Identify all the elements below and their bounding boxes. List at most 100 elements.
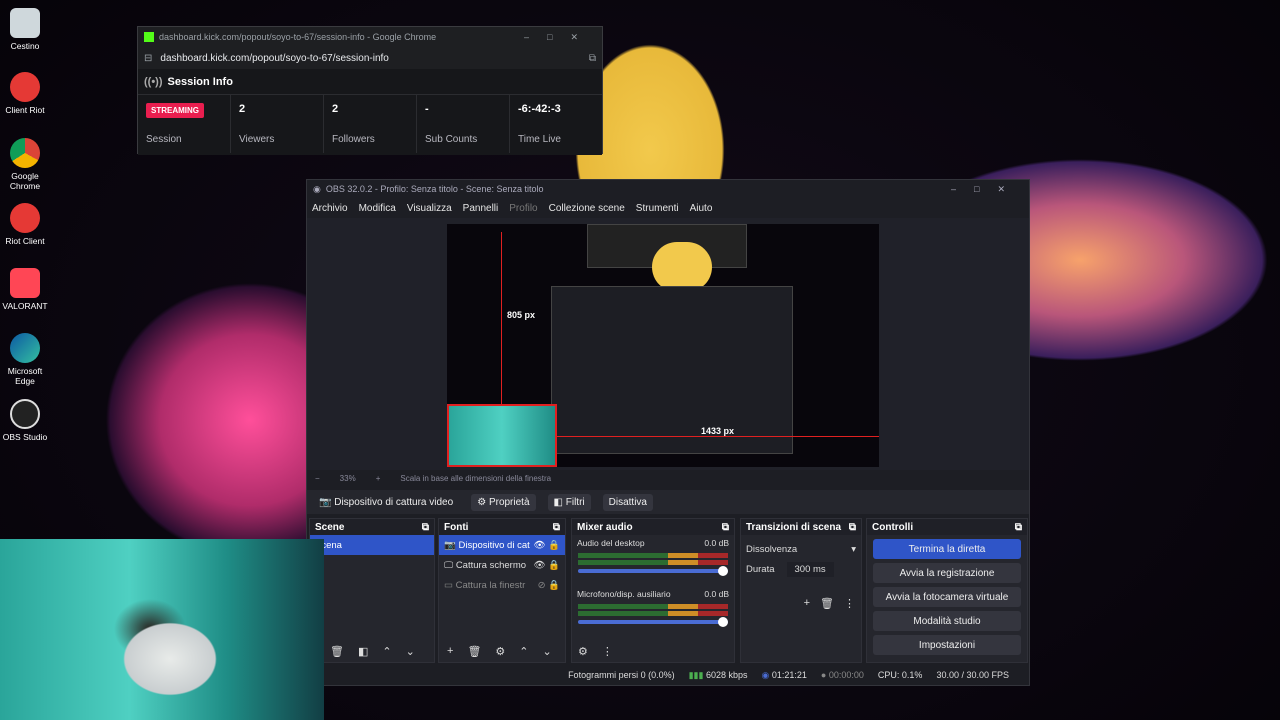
scale-mode-dropdown[interactable]: Scala in base alle dimensioni della fine…	[400, 474, 551, 483]
preview-canvas[interactable]: 805 px 1433 px	[447, 224, 879, 467]
width-guide-line	[557, 436, 879, 437]
desktop-icon-riot-client-2[interactable]: Riot Client	[0, 203, 50, 246]
sources-dock: Fonti ⧉ 📷 Dispositivo di cat 👁 🔒 🖵 Cattura…	[438, 518, 566, 663]
subs-value: -	[425, 103, 429, 115]
window-icon: ▭	[444, 579, 456, 591]
gear-icon[interactable]: ⚙	[495, 645, 505, 658]
mixer-channel-desktop: Audio del desktop 0.0 dB	[577, 538, 729, 548]
viewers-label: Viewers	[239, 134, 275, 145]
chrome-titlebar: dashboard.kick.com/popout/soyo-to-67/ses…	[138, 27, 602, 47]
mixer-toolbar: ⚙ ⋮	[578, 645, 613, 658]
eye-icon[interactable]: 👁 🔒	[533, 560, 560, 571]
zoom-out-icon[interactable]: −	[315, 474, 320, 483]
duration-input[interactable]: 300 ms	[786, 561, 834, 577]
stop-stream-button[interactable]: Termina la diretta	[873, 539, 1021, 559]
source-item[interactable]: 📷 Dispositivo di cat 👁 🔒	[439, 535, 565, 555]
audio-meter	[578, 553, 728, 558]
desktop-icon-edge[interactable]: Microsoft Edge	[0, 333, 50, 386]
recycle-bin-icon	[10, 8, 40, 38]
window-controls[interactable]: –□✕	[951, 184, 1023, 195]
edge-icon	[10, 333, 40, 363]
valorant-icon	[10, 268, 40, 298]
trash-icon[interactable]: 🗑	[820, 597, 834, 610]
camera-icon: 📷	[319, 496, 335, 508]
width-label: 1433 px	[701, 426, 735, 436]
move-up-icon[interactable]: ⌃	[519, 645, 528, 658]
add-icon[interactable]: +	[447, 645, 453, 658]
scene-filter-icon[interactable]: ◧	[358, 645, 368, 658]
menu-visualizza[interactable]: Visualizza	[407, 203, 452, 214]
start-recording-button[interactable]: Avvia la registrazione	[873, 563, 1021, 583]
eye-icon[interactable]: 👁 🔒	[533, 540, 560, 551]
time-live-label: Time Live	[518, 134, 561, 145]
chrome-icon	[10, 138, 40, 168]
deactivate-button[interactable]: Disattiva	[602, 493, 653, 511]
viewers-value: 2	[239, 103, 246, 115]
obs-titlebar: ◉ OBS 32.0.2 - Profilo: Senza titolo - S…	[307, 180, 1029, 198]
eye-hidden-icon[interactable]: ⊘ 🔒	[538, 580, 560, 591]
webcam-source-selected[interactable]	[447, 404, 557, 467]
mixer-settings-icon[interactable]: ⚙	[578, 645, 588, 658]
time-live-value: -6:-42:-3	[518, 103, 561, 115]
followers-label: Followers	[332, 134, 375, 145]
menu-aiuto[interactable]: Aiuto	[690, 203, 713, 214]
dock-undock-icon[interactable]: ⧉	[1015, 522, 1022, 533]
session-info-header: ((•)) Session Info	[138, 69, 602, 95]
move-down-icon[interactable]: ⌄	[406, 645, 415, 658]
transitions-dock: Transizioni di scena ⧉ Dissolvenza ▾ Durat…	[740, 518, 862, 663]
dock-undock-icon[interactable]: ⧉	[422, 522, 429, 533]
menu-bar: Archivio Modifica Visualizza Pannelli Pr…	[307, 198, 1029, 218]
properties-button[interactable]: ⚙ Proprietà	[471, 493, 536, 511]
desktop-icon-recycle-bin[interactable]: Cestino	[0, 8, 50, 51]
menu-modifica[interactable]: Modifica	[359, 203, 396, 214]
dock-undock-icon[interactable]: ⧉	[722, 522, 729, 533]
menu-pannelli[interactable]: Pannelli	[463, 203, 499, 214]
trash-icon[interactable]: 🗑	[467, 645, 481, 658]
session-stats: STREAMING Session 2 Viewers 2 Followers …	[138, 95, 602, 153]
riot-icon	[10, 72, 40, 102]
desktop-icon-riot-client[interactable]: Client Riot	[0, 72, 50, 115]
settings-button[interactable]: Impostazioni	[873, 635, 1021, 655]
zoom-in-icon[interactable]: +	[376, 474, 381, 483]
source-item[interactable]: 🖵 Cattura schermo 👁 🔒	[439, 555, 565, 575]
address-bar[interactable]: ⊟ dashboard.kick.com/popout/soyo-to-67/s…	[138, 47, 602, 69]
more-icon[interactable]: ⋮	[844, 597, 855, 610]
menu-strumenti[interactable]: Strumenti	[636, 203, 679, 214]
sources-header: Fonti ⧉	[439, 519, 565, 535]
menu-collezione-scene[interactable]: Collezione scene	[549, 203, 625, 214]
desktop-icon-valorant[interactable]: VALORANT	[0, 268, 50, 311]
volume-slider[interactable]	[578, 617, 728, 627]
mixer-channel-mic: Microfono/disp. ausiliario 0.0 dB	[577, 589, 729, 599]
move-up-icon[interactable]: ⌃	[382, 645, 391, 658]
more-icon[interactable]: ⋮	[602, 645, 613, 658]
translate-icon[interactable]: ⧉	[589, 53, 596, 64]
source-item[interactable]: ▭ Cattura la finestr ⊘ 🔒	[439, 575, 565, 595]
volume-slider[interactable]	[578, 566, 728, 576]
menu-archivio[interactable]: Archivio	[312, 203, 348, 214]
filters-button[interactable]: ◧ Filtri	[547, 493, 591, 511]
move-down-icon[interactable]: ⌄	[543, 645, 552, 658]
rec-time: ● 00:00:00	[820, 670, 864, 680]
signal-icon: ((•))	[144, 75, 163, 88]
delete-scene-icon[interactable]: 🗑	[330, 645, 344, 658]
zoom-level: 33%	[339, 474, 356, 483]
add-icon[interactable]: +	[804, 597, 810, 610]
source-name: 📷 Dispositivo di cattura video	[319, 496, 454, 508]
desktop-icon-chrome[interactable]: Google Chrome	[0, 138, 50, 191]
scenes-dock: Scene ⧉ Scena 🗑 ◧ ⌃ ⌄	[309, 518, 435, 663]
start-virtual-camera-button[interactable]: Avvia la fotocamera virtuale	[873, 587, 1021, 607]
desktop-icon-obs[interactable]: OBS Studio	[0, 399, 50, 442]
dock-undock-icon[interactable]: ⧉	[553, 522, 560, 533]
transition-select[interactable]: Dissolvenza ▾	[741, 539, 861, 559]
riot-icon	[10, 203, 40, 233]
studio-mode-button[interactable]: Modalità studio	[873, 611, 1021, 631]
menu-profilo[interactable]: Profilo	[509, 203, 537, 214]
camera-icon: 📷	[444, 539, 459, 551]
url-text[interactable]: dashboard.kick.com/popout/soyo-to-67/ses…	[160, 53, 388, 64]
window-controls[interactable]: –□✕	[524, 32, 596, 43]
dock-undock-icon[interactable]: ⧉	[849, 522, 856, 533]
cpu-usage: CPU: 0.1%	[877, 670, 923, 680]
chrome-popout-window: dashboard.kick.com/popout/soyo-to-67/ses…	[137, 26, 603, 155]
site-info-icon[interactable]: ⊟	[144, 53, 152, 64]
scene-item[interactable]: Scena	[310, 535, 434, 555]
